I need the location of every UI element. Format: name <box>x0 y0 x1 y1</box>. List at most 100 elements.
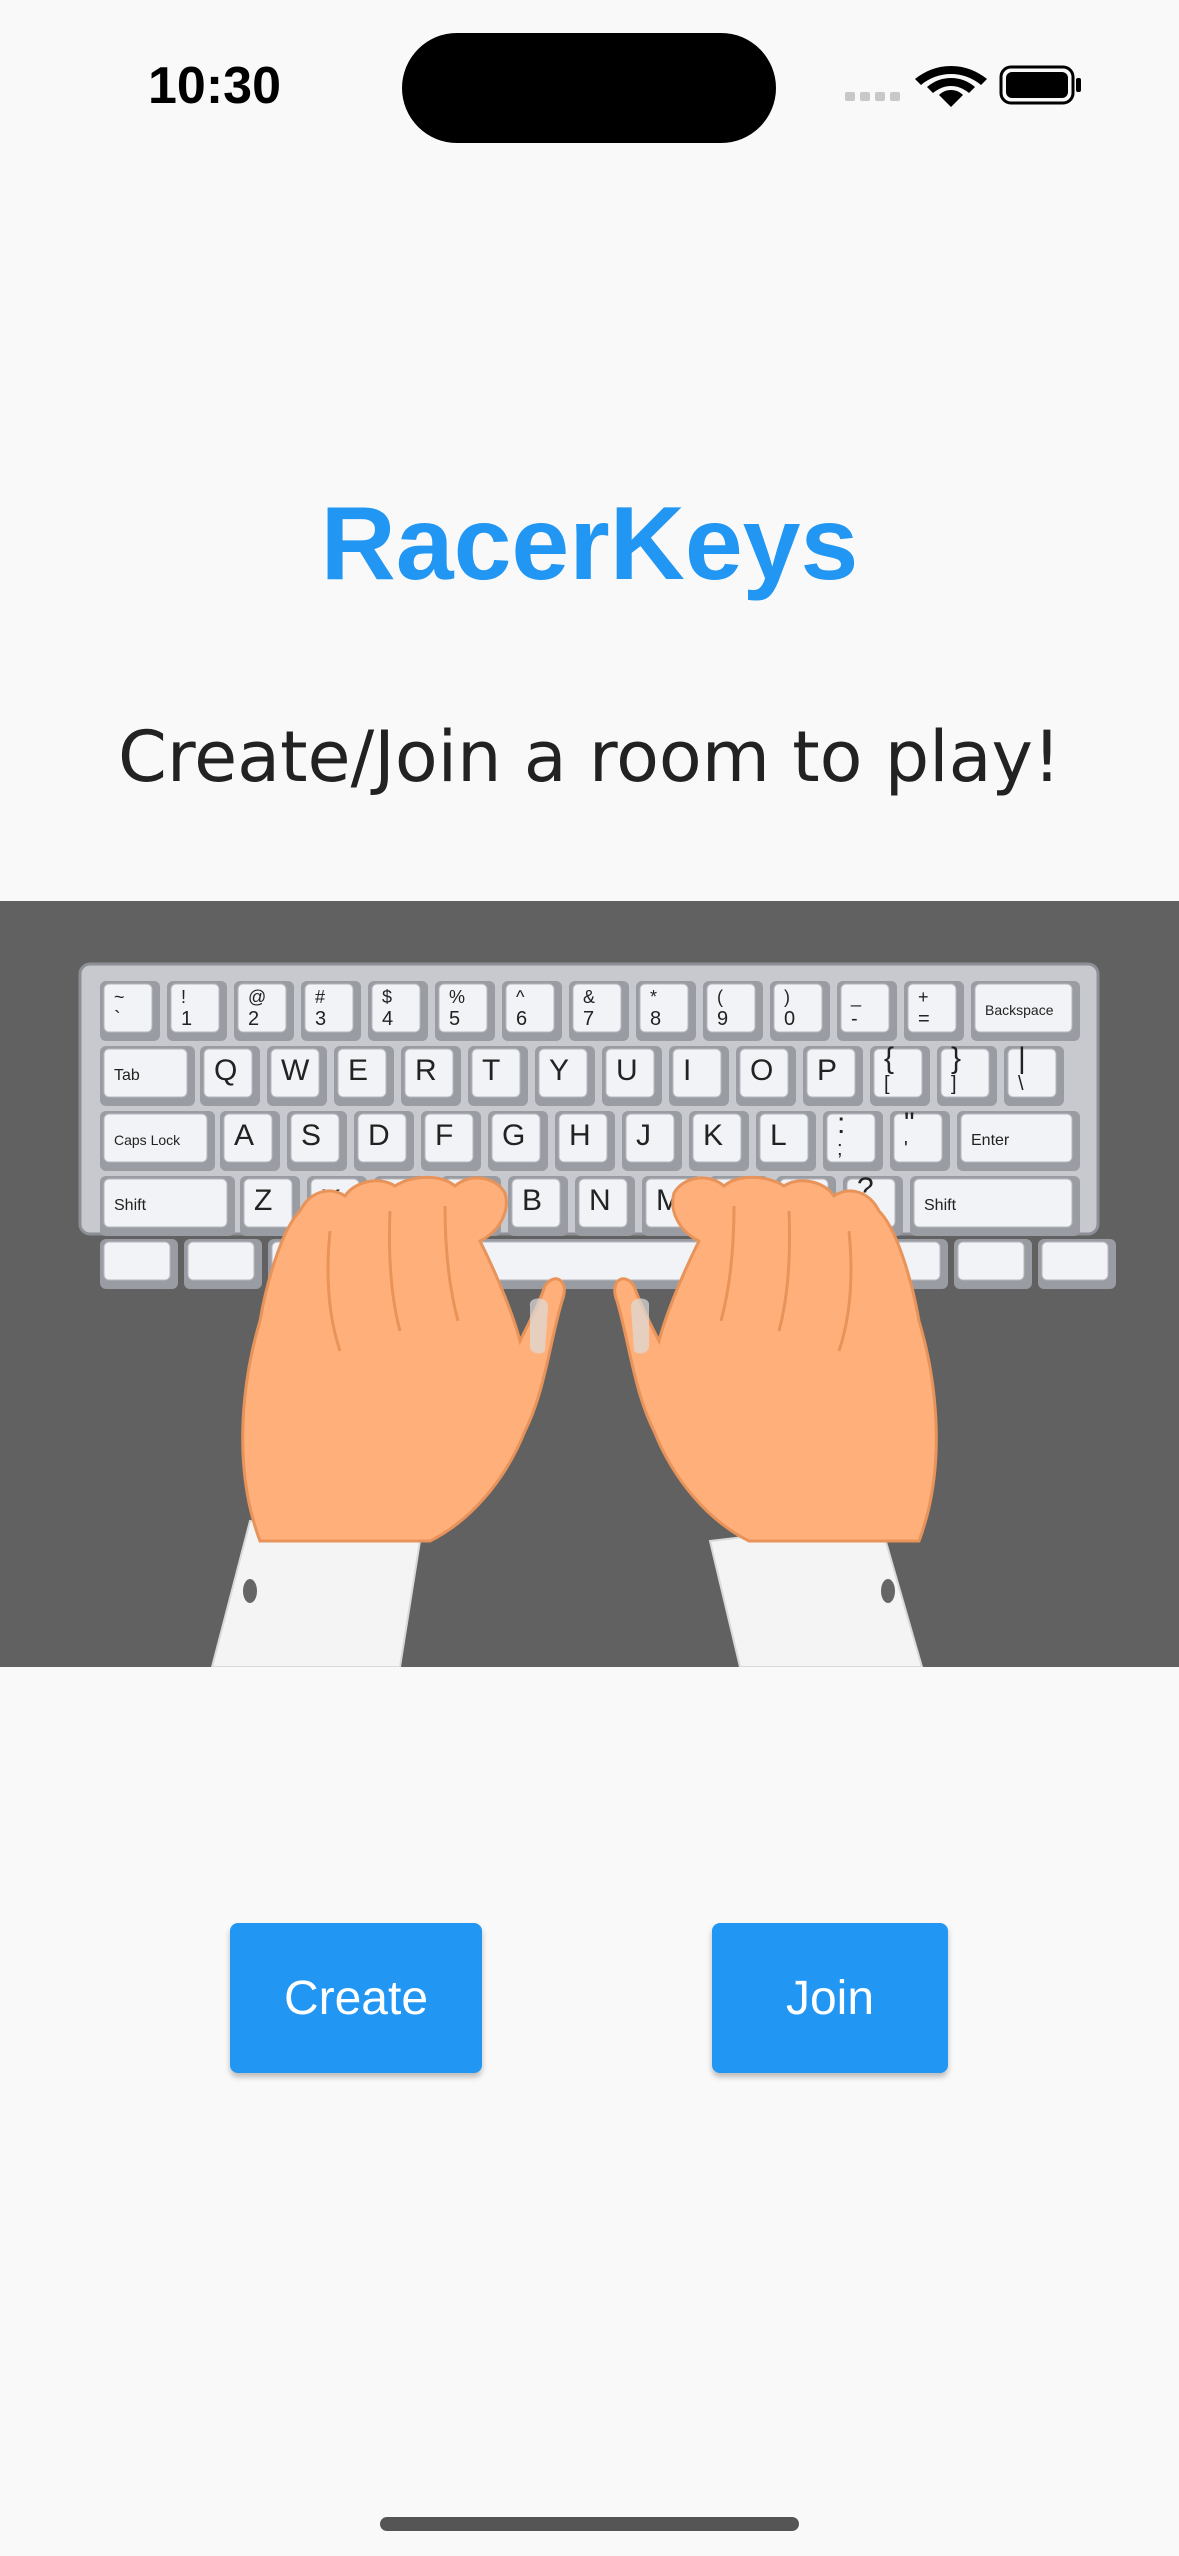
svg-text:8: 8 <box>650 1008 661 1030</box>
keyboard-key: "' <box>890 1107 950 1171</box>
keyboard-key <box>184 1239 262 1289</box>
keyboard-key: Tab <box>100 1046 195 1106</box>
svg-text:@: @ <box>248 987 266 1007</box>
keyboard-key: T <box>468 1046 528 1106</box>
keyboard-key: )0 <box>770 981 830 1041</box>
keyboard-key: F <box>421 1111 481 1171</box>
keyboard-key: *8 <box>636 981 696 1041</box>
svg-text:5: 5 <box>449 1008 460 1030</box>
svg-text:~: ~ <box>114 987 125 1007</box>
svg-text:!: ! <box>181 987 186 1007</box>
keyboard-key: O <box>736 1046 796 1106</box>
svg-text:+: + <box>918 987 929 1007</box>
svg-text:#: # <box>315 987 325 1007</box>
svg-text:K: K <box>703 1119 723 1152</box>
keyboard-key: U <box>602 1046 662 1106</box>
keyboard-key: |\ <box>1004 1042 1064 1106</box>
keyboard-key: A <box>220 1111 280 1171</box>
keyboard-key: N <box>575 1176 635 1236</box>
svg-text:4: 4 <box>382 1008 393 1030</box>
svg-text:*: * <box>650 987 657 1007</box>
svg-text:&: & <box>583 987 595 1007</box>
svg-text:;: ; <box>837 1138 843 1160</box>
keyboard-key: (9 <box>703 981 763 1041</box>
svg-text:[: [ <box>884 1073 890 1095</box>
svg-text:A: A <box>234 1119 254 1152</box>
svg-text:J: J <box>636 1119 651 1152</box>
keyboard-key: ^6 <box>502 981 562 1041</box>
keyboard-key: Q <box>200 1046 260 1106</box>
svg-text:S: S <box>301 1119 321 1152</box>
keyboard-key <box>1038 1239 1116 1289</box>
svg-text:U: U <box>616 1054 638 1087</box>
svg-text:6: 6 <box>516 1008 527 1030</box>
svg-text:Z: Z <box>254 1184 272 1217</box>
hands-typing-illustration: ~`!1@2#3$4%5^6&7*8(9)0_-+= BackspaceTab Q W… <box>78 962 1116 1667</box>
keyboard-key: H <box>555 1111 615 1171</box>
keyboard-key: Shift <box>910 1176 1080 1236</box>
keyboard-key: !1 <box>167 981 227 1041</box>
svg-text:H: H <box>569 1119 591 1152</box>
svg-text:Tab: Tab <box>114 1067 140 1084</box>
keyboard-key: &7 <box>569 981 629 1041</box>
svg-text:P: P <box>817 1054 837 1087</box>
keyboard-key: S <box>287 1111 347 1171</box>
svg-text:L: L <box>770 1119 787 1152</box>
svg-text:2: 2 <box>248 1008 259 1030</box>
keyboard-key: I <box>669 1046 729 1106</box>
svg-text:=: = <box>918 1008 930 1030</box>
svg-text:Y: Y <box>549 1054 569 1087</box>
keyboard-key: J <box>622 1111 682 1171</box>
svg-text:]: ] <box>951 1073 957 1095</box>
keyboard-key: E <box>334 1046 394 1106</box>
keyboard-key: _- <box>837 981 897 1041</box>
svg-text:}: } <box>951 1042 961 1075</box>
svg-text:`: ` <box>114 1008 121 1030</box>
svg-text:E: E <box>348 1054 368 1087</box>
svg-text:\: \ <box>1018 1073 1024 1095</box>
cellular-signal-icon <box>845 92 900 101</box>
keyboard-key: Backspace <box>971 981 1080 1041</box>
page-subtitle: Create/Join a room to play! <box>118 716 1061 798</box>
svg-text:N: N <box>589 1184 611 1217</box>
svg-text:Backspace: Backspace <box>985 1002 1054 1018</box>
svg-text:%: % <box>449 987 465 1007</box>
keyboard-key: Enter <box>957 1111 1080 1171</box>
svg-text:I: I <box>683 1054 691 1087</box>
app-title: RacerKeys <box>320 486 859 602</box>
keyboard-key: Shift <box>100 1176 235 1236</box>
keyboard-key <box>100 1239 178 1289</box>
keyboard-key: Caps Lock <box>100 1111 215 1171</box>
keyboard-key: += <box>904 981 964 1041</box>
svg-text:O: O <box>750 1054 773 1087</box>
svg-text:(: ( <box>717 987 723 1007</box>
keyboard-key: }] <box>937 1042 997 1106</box>
create-button[interactable]: Create <box>230 1923 482 2073</box>
join-button[interactable]: Join <box>712 1923 948 2073</box>
keyboard-key: :; <box>823 1107 883 1171</box>
keyboard-key <box>954 1239 1032 1289</box>
svg-text:{: { <box>884 1042 894 1075</box>
keyboard-key: G <box>488 1111 548 1171</box>
keyboard-key: Y <box>535 1046 595 1106</box>
svg-text:Shift: Shift <box>114 1197 147 1214</box>
svg-text::: : <box>837 1107 845 1140</box>
keyboard-key: R <box>401 1046 461 1106</box>
keyboard-key: #3 <box>301 981 361 1041</box>
svg-text:|: | <box>1018 1042 1026 1075</box>
svg-text:': ' <box>904 1138 908 1160</box>
status-time: 10:30 <box>148 57 281 115</box>
svg-text:G: G <box>502 1119 525 1152</box>
svg-text:Q: Q <box>214 1054 237 1087</box>
svg-text:^: ^ <box>516 987 525 1007</box>
keyboard-key: D <box>354 1111 414 1171</box>
keyboard-key: ~` <box>100 981 160 1041</box>
keyboard-key: B <box>508 1176 568 1236</box>
status-icons <box>845 65 1081 107</box>
svg-text:-: - <box>851 1008 858 1030</box>
wifi-icon <box>915 66 987 107</box>
svg-text:9: 9 <box>717 1008 728 1030</box>
svg-text:B: B <box>522 1184 542 1217</box>
dynamic-island <box>402 33 776 143</box>
status-bar: 10:30 <box>0 0 1179 180</box>
